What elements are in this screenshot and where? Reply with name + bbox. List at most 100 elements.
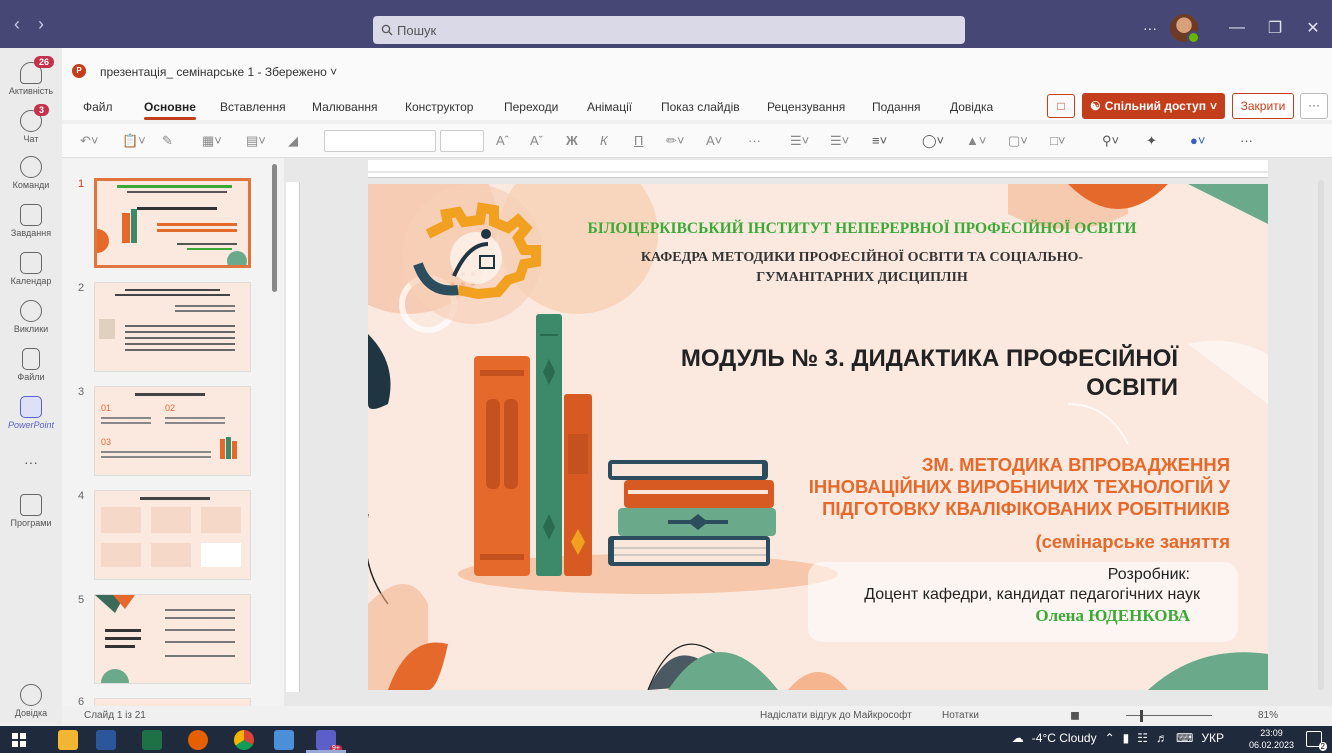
firefox-icon[interactable] [188, 730, 208, 750]
activity-badge: 26 [34, 56, 55, 68]
numbering-icon[interactable]: ☰˅ [830, 133, 849, 149]
tab-draw[interactable]: Малювання [312, 100, 377, 114]
slide-thumbnail-3[interactable]: 01 02 03 [94, 386, 251, 476]
rail-item-more[interactable]: ··· [0, 454, 62, 470]
share-button[interactable]: ☯ Спільний доступ ˅ [1082, 93, 1225, 119]
rail-item-calendar[interactable]: Календар [0, 252, 62, 286]
tab-slideshow[interactable]: Показ слайдів [661, 100, 740, 114]
undo-icon[interactable]: ↶˅ [80, 133, 98, 149]
feedback-link[interactable]: Надіслати відгук до Майкрософт [760, 710, 912, 721]
network-icon[interactable]: ☷ [1137, 731, 1148, 745]
keyboard-icon[interactable]: ⌨ [1176, 731, 1193, 745]
rail-item-calls[interactable]: Виклики [0, 300, 62, 334]
chevron-down-icon: ˅ [1209, 99, 1217, 113]
bullets-icon[interactable]: ☰˅ [790, 133, 809, 149]
close-window-icon[interactable]: ✕ [1294, 18, 1332, 38]
tab-help[interactable]: Довідка [950, 100, 993, 114]
font-name-select[interactable] [324, 130, 436, 152]
word-icon[interactable] [96, 730, 116, 750]
designer-icon[interactable]: ✦ [1146, 133, 1157, 149]
document-title[interactable]: презентація_ семінарське 1 - Збережено ˅ [100, 65, 337, 79]
volume-icon[interactable]: ♬ [1156, 731, 1168, 745]
search-input[interactable]: Пошук [373, 16, 965, 44]
rail-item-teams[interactable]: Команди [0, 156, 62, 190]
zoom-slider[interactable] [1126, 715, 1212, 716]
tab-design[interactable]: Конструктор [405, 100, 473, 114]
bold-icon[interactable]: Ж [566, 133, 578, 148]
increase-font-icon[interactable]: Aˆ [496, 133, 509, 148]
slide-thumbnail-1[interactable] [94, 178, 251, 268]
minimize-icon[interactable]: — [1218, 19, 1256, 37]
back-arrow-icon[interactable]: ‹ [14, 14, 20, 35]
forward-arrow-icon[interactable]: › [38, 14, 44, 35]
highlight-icon[interactable]: ✏˅ [666, 133, 684, 149]
tab-view[interactable]: Подання [872, 100, 920, 114]
slide-thumbnail-2[interactable] [94, 282, 251, 372]
find-icon[interactable]: ⚲˅ [1102, 133, 1119, 149]
decrease-font-icon[interactable]: Aˇ [530, 133, 543, 148]
comments-button[interactable]: □ [1047, 94, 1075, 118]
rail-item-activity[interactable]: 26 Активність [0, 56, 62, 96]
zoom-level[interactable]: 81% [1258, 710, 1278, 721]
thumb-preview [97, 181, 248, 265]
tab-review[interactable]: Рецензування [767, 100, 845, 114]
photos-icon[interactable] [274, 730, 294, 750]
notifications-icon[interactable]: 2 [1306, 731, 1327, 751]
tab-file[interactable]: Файл [83, 100, 113, 114]
paste-icon[interactable]: 📋˅ [122, 133, 146, 149]
align-icon[interactable]: ≡˅ [872, 133, 887, 148]
language-indicator[interactable]: УКР [1201, 731, 1224, 745]
italic-icon[interactable]: К [600, 133, 608, 148]
slide-thumbnail-5[interactable] [94, 594, 251, 684]
presenter-view-icon[interactable]: ◼ [1070, 708, 1080, 722]
ribbon-more-button[interactable]: ··· [1300, 93, 1328, 119]
chrome-icon[interactable] [234, 730, 254, 750]
tab-transitions[interactable]: Переходи [504, 100, 558, 114]
underline-icon[interactable]: П [634, 133, 643, 148]
format-painter-icon[interactable]: ✎ [162, 133, 173, 149]
outline-icon[interactable]: ▢˅ [1008, 133, 1028, 149]
thumb-number: 1 [78, 178, 85, 190]
rail-item-chat[interactable]: 3 Чат [0, 104, 62, 144]
fill-icon[interactable]: ▲˅ [966, 133, 986, 148]
editor-scrollbar[interactable] [1318, 180, 1324, 690]
font-size-select[interactable] [440, 130, 484, 152]
rail-item-help[interactable]: Довідка [0, 684, 62, 718]
shapes-icon[interactable]: ◯˅ [922, 133, 944, 149]
department-line: КАФЕДРА МЕТОДИКИ ПРОФЕСІЙНОЇ ОСВІТИ ТА С… [640, 250, 1084, 265]
new-slide-icon[interactable]: ▦˅ [202, 133, 222, 149]
thumbnails-scrollbar[interactable] [272, 164, 277, 292]
windows-start-icon[interactable] [12, 733, 26, 747]
effects-icon[interactable]: □˅ [1050, 133, 1065, 148]
battery-icon[interactable]: ▮ [1123, 731, 1130, 745]
rail-item-files[interactable]: Файли [0, 348, 62, 382]
reset-icon[interactable]: ◢ [288, 133, 298, 149]
more-font-icon[interactable]: ··· [748, 133, 761, 148]
toolbar-more-icon[interactable]: ··· [1240, 133, 1253, 148]
tab-animations[interactable]: Анімації [587, 100, 632, 114]
clock[interactable]: 23:09 06.02.2023 [1249, 727, 1294, 751]
tab-insert[interactable]: Вставлення [220, 100, 286, 114]
tray-expand-icon[interactable]: ⌃ [1105, 731, 1115, 745]
layout-icon[interactable]: ▤˅ [246, 133, 266, 149]
excel-icon[interactable] [142, 730, 162, 750]
more-options-icon[interactable]: ··· [1130, 20, 1170, 36]
rail-item-powerpoint[interactable]: PowerPoint [0, 396, 62, 430]
avatar[interactable] [1170, 14, 1200, 44]
tab-home[interactable]: Основне [144, 100, 196, 120]
rail-item-apps[interactable]: Програми [0, 494, 62, 528]
file-explorer-icon[interactable] [58, 730, 78, 750]
maximize-icon[interactable]: ❐ [1256, 18, 1294, 38]
rail-item-tasks[interactable]: Завдання [0, 204, 62, 238]
slide-thumbnail-4[interactable] [94, 490, 251, 580]
close-document-button[interactable]: Закрити [1232, 93, 1294, 119]
weather-text[interactable]: -4°C Cloudy [1032, 731, 1097, 745]
font-color-icon[interactable]: A˅ [706, 133, 722, 148]
teams-taskbar-icon[interactable]: 9+ [316, 730, 342, 752]
zoom-thumb[interactable] [1140, 710, 1143, 722]
thumb-number: 4 [78, 490, 85, 502]
dictate-icon[interactable]: ●˅ [1190, 133, 1205, 148]
slide-thumbnail-6[interactable] [94, 698, 251, 706]
notes-button[interactable]: Нотатки [942, 710, 979, 721]
slide-canvas[interactable]: БІЛОЦЕРКІВСЬКИЙ ІНСТИТУТ НЕПЕРЕРВНОЇ ПРО… [368, 184, 1268, 690]
